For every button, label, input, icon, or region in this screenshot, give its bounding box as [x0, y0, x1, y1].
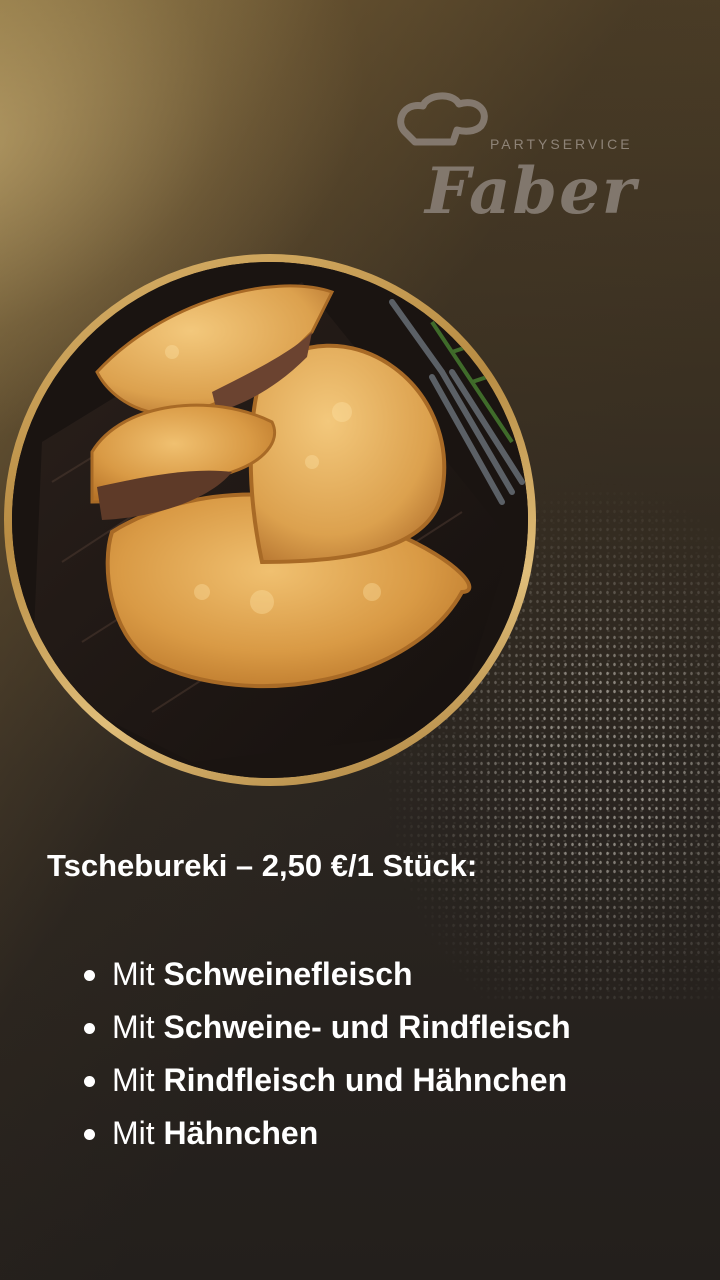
list-item-prefix: Mit [112, 1115, 164, 1151]
list-item-prefix: Mit [112, 1009, 164, 1045]
list-item: Mit Hähnchen [80, 1107, 571, 1160]
logo-name: Faber [425, 154, 638, 229]
filling-options-list: Mit Schweinefleisch Mit Schweine- und Ri… [80, 948, 571, 1160]
list-item: Mit Schweinefleisch [80, 948, 571, 1001]
list-item: Mit Schweine- und Rindfleisch [80, 1001, 571, 1054]
list-item-prefix: Mit [112, 1062, 164, 1098]
list-item-prefix: Mit [112, 956, 164, 992]
list-item-label: Hähnchen [163, 1115, 319, 1151]
bullet-icon [84, 970, 95, 981]
partyservice-faber-logo: PARTYSERVICE Faber [395, 92, 665, 229]
product-title: Tschebureki – 2,50 €/1 Stück: [47, 848, 478, 883]
list-item: Mit Rindfleisch und Hähnchen [80, 1054, 571, 1107]
logo-subtitle: PARTYSERVICE [490, 136, 633, 152]
tschebureki-photo [12, 262, 528, 778]
bullet-icon [84, 1076, 95, 1087]
list-item-label: Schweinefleisch [163, 956, 413, 992]
bullet-icon [84, 1129, 95, 1140]
bullet-icon [84, 1023, 95, 1034]
list-item-label: Rindfleisch und Hähnchen [163, 1062, 568, 1098]
food-illustration [12, 262, 528, 778]
list-item-label: Schweine- und Rindfleisch [163, 1009, 571, 1045]
